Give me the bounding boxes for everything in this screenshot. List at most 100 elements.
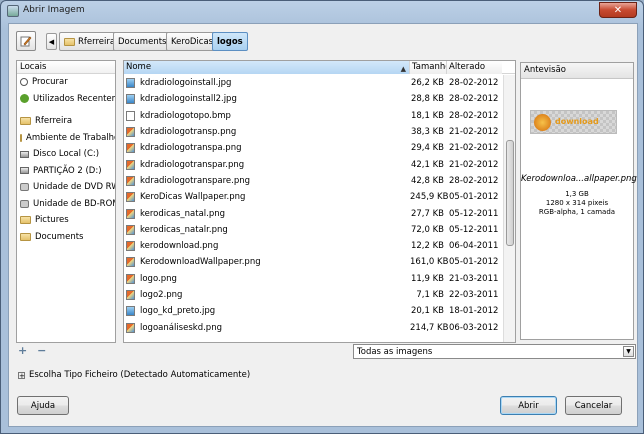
title-bar[interactable]: Abrir Imagem ✕ [1, 1, 643, 23]
close-button[interactable]: ✕ [599, 2, 637, 18]
breadcrumb-item-logos[interactable]: logos [212, 32, 248, 51]
places-add-remove: + − [18, 344, 52, 357]
file-row[interactable]: kdradiologoinstall2.jpg 28,8 KB 28-02-2012 [124, 91, 502, 107]
app-icon [7, 5, 19, 17]
folder-icon [20, 133, 22, 142]
file-size-cell: 42,8 KB [410, 175, 444, 186]
breadcrumb-item-kerodicas[interactable]: KeroDicas [166, 32, 219, 51]
expand-icon: + [18, 371, 25, 380]
file-row[interactable]: logo_kd_preto.jpg 20,1 KB 18-01-2012 [124, 303, 502, 319]
places-header[interactable]: Locais [17, 61, 115, 74]
preview-logo-text: download [555, 117, 599, 126]
place-item-pictures[interactable]: Pictures [17, 212, 115, 229]
file-row[interactable]: KerodownloadWallpaper.png 161,0 KB 05-01-2… [124, 254, 502, 270]
file-size-cell: 26,2 KB [410, 78, 444, 89]
file-type-filter-select[interactable]: Todas as imagens ▼ [353, 344, 636, 359]
help-button[interactable]: Ajuda [17, 396, 69, 415]
cancel-button[interactable]: Cancelar [565, 396, 622, 415]
window-title: Abrir Imagem [23, 5, 85, 15]
file-name-cell: kdradiologotranspare.png [124, 175, 410, 186]
open-button[interactable]: Abrir [500, 396, 557, 415]
chevron-down-icon[interactable]: ▼ [623, 346, 634, 357]
file-size-cell: 38,3 KB [410, 127, 444, 138]
preview-thumbnail: download [530, 110, 617, 134]
file-row[interactable]: kdradiologotranspar.png 42,1 KB 21-02-2012 [124, 156, 502, 172]
add-place-button[interactable]: + [18, 344, 27, 357]
file-size-cell: 42,1 KB [410, 159, 444, 170]
file-size-cell: 214,7 KB [410, 322, 449, 333]
place-item-rferreira[interactable]: Rferreira [17, 113, 115, 130]
breadcrumb-item-documents[interactable]: Documents [113, 32, 172, 51]
file-row[interactable]: kerodicas_natal.png 27,7 KB 05-12-2011 [124, 205, 502, 221]
sort-ascending-icon: ▲ [400, 65, 406, 73]
column-header-date[interactable]: Alterado [447, 61, 502, 74]
file-name-cell: kdradiologoinstall2.jpg [124, 94, 410, 105]
file-row[interactable]: kdradiologotransp.png 38,3 KB 21-02-2012 [124, 124, 502, 140]
column-header-size[interactable]: Tamanho [410, 61, 447, 74]
file-row[interactable]: logoanáliseskd.png 214,7 KB 06-03-2012 [124, 319, 502, 335]
file-date-cell: 22-03-2011 [449, 290, 499, 300]
file-row[interactable]: kerodownload.png 12,2 KB 06-04-2011 [124, 238, 502, 254]
file-date-cell: 05-12-2011 [449, 208, 499, 219]
file-row[interactable]: logo2.png 7,1 KB 22-03-2011 [124, 287, 502, 303]
file-name-cell: kdradiologotranspa.png [124, 143, 410, 154]
file-row[interactable]: KeroDicas Wallpaper.png 245,9 KB 05-01-201… [124, 189, 502, 205]
place-item-dvd-drive[interactable]: Unidade de DVD RW ... [17, 179, 115, 196]
file-size-cell: 11,9 KB [410, 273, 444, 284]
file-date-cell: 05-01-2012 [449, 257, 499, 268]
remove-place-button[interactable]: − [37, 344, 46, 357]
preview-header[interactable]: Antevisão [521, 63, 633, 79]
place-item-partition-d[interactable]: PARTIÇÃO 2 (D:) [17, 163, 115, 180]
place-item-documents[interactable]: Documents [17, 229, 115, 246]
file-date-cell: 28-02-2012 [449, 175, 499, 186]
edit-path-button[interactable] [16, 31, 36, 51]
file-size-cell: 72,0 KB [410, 224, 444, 235]
file-date-cell: 06-04-2011 [449, 241, 499, 252]
preview-size: 1,3 GB [565, 190, 589, 198]
file-name-cell: kdradiologoinstall.jpg [124, 78, 410, 89]
breadcrumb-back-arrow[interactable]: ◀ [46, 33, 57, 50]
place-item-desktop[interactable]: Ambiente de Trabalho [17, 130, 115, 147]
folder-icon [64, 37, 75, 46]
file-list-scrollbar[interactable] [503, 75, 515, 342]
png-file-icon [126, 273, 135, 284]
file-name-cell: kdradiologotransp.png [124, 127, 410, 138]
file-list-header: Nome ▲ Tamanho Alterado [124, 61, 515, 74]
file-row[interactable]: kdradiologotranspa.png 29,4 KB 21-02-2012 [124, 140, 502, 156]
file-date-cell: 05-12-2011 [449, 224, 499, 235]
file-size-cell: 27,7 KB [410, 208, 444, 219]
place-item-procurar[interactable]: Procurar [17, 74, 115, 91]
jpg-file-icon [126, 306, 135, 317]
pencil-icon [20, 36, 32, 47]
file-name-cell: kdradiologotranspar.png [124, 159, 410, 170]
file-date-cell: 28-02-2012 [449, 110, 499, 121]
preview-file-name: Kerodownloa...allpaper.png [521, 174, 637, 184]
file-size-cell: 161,0 KB [410, 257, 449, 268]
file-type-expander[interactable]: + Escolha Tipo Ficheiro (Detectado Autom… [18, 370, 250, 380]
file-name-cell: kerodownload.png [124, 241, 410, 252]
file-size-cell: 20,1 KB [410, 306, 444, 317]
preview-dimensions: 1280 x 314 pixeis [545, 199, 609, 207]
logo-swirl-icon [534, 114, 551, 131]
file-row[interactable]: logo.png 11,9 KB 21-03-2011 [124, 271, 502, 287]
file-list: Nome ▲ Tamanho Alterado kdradiologoinsta… [123, 60, 516, 343]
file-size-cell: 18,1 KB [410, 110, 444, 121]
file-row[interactable]: kerodicas_natalr.png 72,0 KB 05-12-2011 [124, 222, 502, 238]
file-date-cell: 06-03-2012 [449, 322, 499, 333]
file-date-cell: 28-02-2012 [449, 94, 499, 105]
column-header-name[interactable]: Nome ▲ [124, 61, 410, 74]
place-item-bd-drive[interactable]: Unidade de BD-ROM... [17, 196, 115, 213]
preview-metadata: 1,3 GB 1280 x 314 pixeis RGB-alpha, 1 ca… [521, 190, 633, 217]
file-row[interactable]: kdradiologotopo.bmp 18,1 KB 28-02-2012 [124, 108, 502, 124]
breadcrumb-item-rferreira[interactable]: Rferreira [59, 32, 121, 51]
scrollbar-thumb[interactable] [506, 140, 514, 246]
png-file-icon [126, 290, 135, 300]
place-item-local-disk-c[interactable]: Disco Local (C:) [17, 146, 115, 163]
file-name-cell: KeroDicas Wallpaper.png [124, 192, 410, 203]
file-row[interactable]: kdradiologotranspare.png 42,8 KB 28-02-201… [124, 173, 502, 189]
place-item-recent[interactable]: Utilizados Recentem... [17, 91, 115, 108]
file-size-cell: 29,4 KB [410, 143, 444, 154]
file-size-cell: 245,9 KB [410, 192, 449, 203]
file-row[interactable]: kdradiologoinstall.jpg 26,2 KB 28-02-2012 [124, 75, 502, 91]
folder-icon [20, 117, 31, 126]
